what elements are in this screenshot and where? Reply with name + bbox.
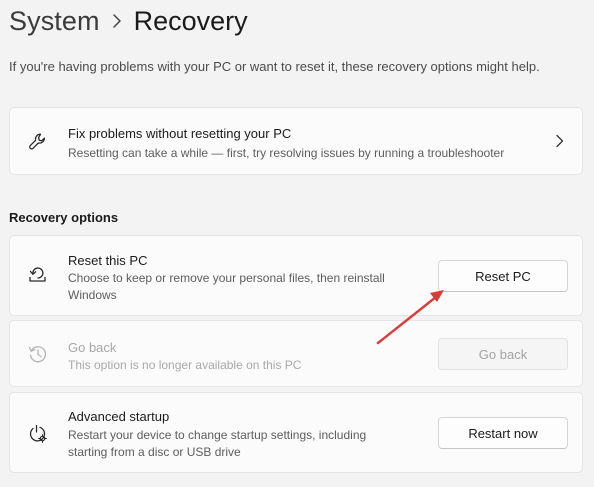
advanced-startup-description: Restart your device to change startup se…	[68, 428, 367, 459]
page-title: Recovery	[133, 5, 248, 36]
go-back-button: Go back	[438, 338, 568, 370]
reset-pc-card: Reset this PC Choose to keep or remove y…	[9, 235, 583, 316]
wrench-icon	[27, 131, 49, 153]
go-back-card: Go back This option is no longer availab…	[9, 320, 583, 387]
fix-problems-title: Fix problems without resetting your PC	[68, 126, 292, 141]
reset-pc-button[interactable]: Reset PC	[438, 260, 568, 292]
reset-pc-title: Reset this PC	[68, 253, 148, 268]
section-heading-recovery-options: Recovery options	[9, 210, 119, 225]
breadcrumb: System Recovery	[9, 2, 248, 40]
advanced-startup-icon	[27, 423, 49, 445]
chevron-right-icon	[554, 134, 566, 148]
fix-problems-description: Resetting can take a while — first, try …	[68, 146, 505, 160]
go-back-title: Go back	[68, 340, 117, 355]
go-back-description: This option is no longer available on th…	[68, 358, 302, 372]
reset-pc-icon	[27, 264, 49, 286]
fix-problems-card[interactable]: Fix problems without resetting your PC R…	[9, 107, 583, 175]
page-description: If you're having problems with your PC o…	[9, 59, 540, 74]
advanced-startup-title: Advanced startup	[68, 409, 170, 424]
advanced-startup-card: Advanced startup Restart your device to …	[9, 392, 583, 473]
breadcrumb-system-link[interactable]: System	[9, 6, 100, 37]
chevron-right-icon	[100, 14, 134, 28]
history-icon	[27, 343, 49, 365]
reset-pc-description: Choose to keep or remove your personal f…	[68, 271, 385, 302]
restart-now-button[interactable]: Restart now	[438, 417, 568, 449]
